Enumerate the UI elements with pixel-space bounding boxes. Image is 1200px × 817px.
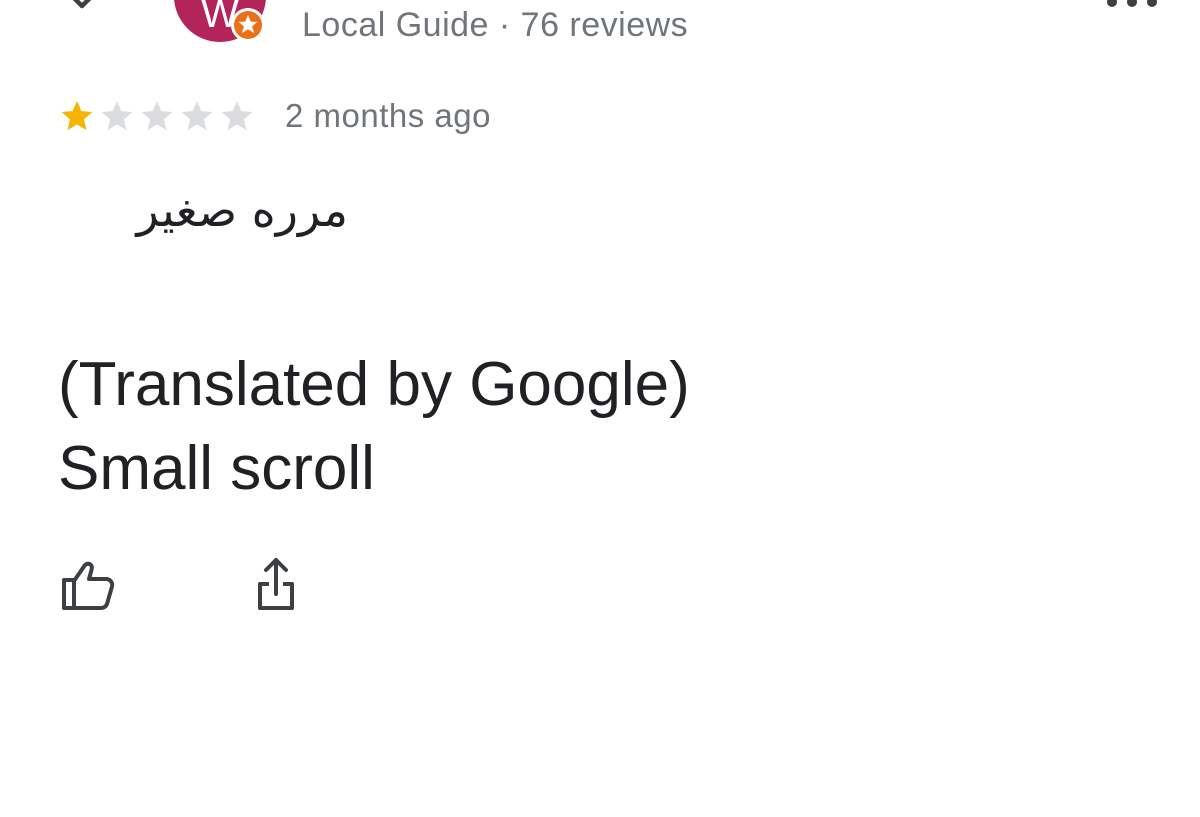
more-horizontal-icon xyxy=(1107,0,1157,7)
review-timestamp: 2 months ago xyxy=(285,97,491,134)
more-options-button[interactable] xyxy=(1104,0,1160,8)
star-rating xyxy=(58,97,256,135)
share-icon xyxy=(258,558,294,610)
review-translated-text: Small scroll xyxy=(58,434,375,503)
like-button[interactable] xyxy=(58,556,118,616)
thumbs-up-icon xyxy=(62,561,115,610)
share-button[interactable] xyxy=(247,556,307,616)
star-empty-icon xyxy=(181,100,213,131)
star-empty-icon xyxy=(221,100,253,131)
reviewer-meta: Local Guide · 76 reviews xyxy=(302,6,689,44)
translation-label: (Translated by Google) xyxy=(58,350,690,419)
close-icon xyxy=(72,0,92,9)
local-guide-badge-icon xyxy=(231,8,265,42)
star-empty-icon xyxy=(101,100,133,131)
review-original-text: مرره صغير xyxy=(136,183,348,237)
star-filled-icon xyxy=(61,100,93,131)
star-empty-icon xyxy=(141,100,173,131)
close-button[interactable] xyxy=(56,0,108,26)
